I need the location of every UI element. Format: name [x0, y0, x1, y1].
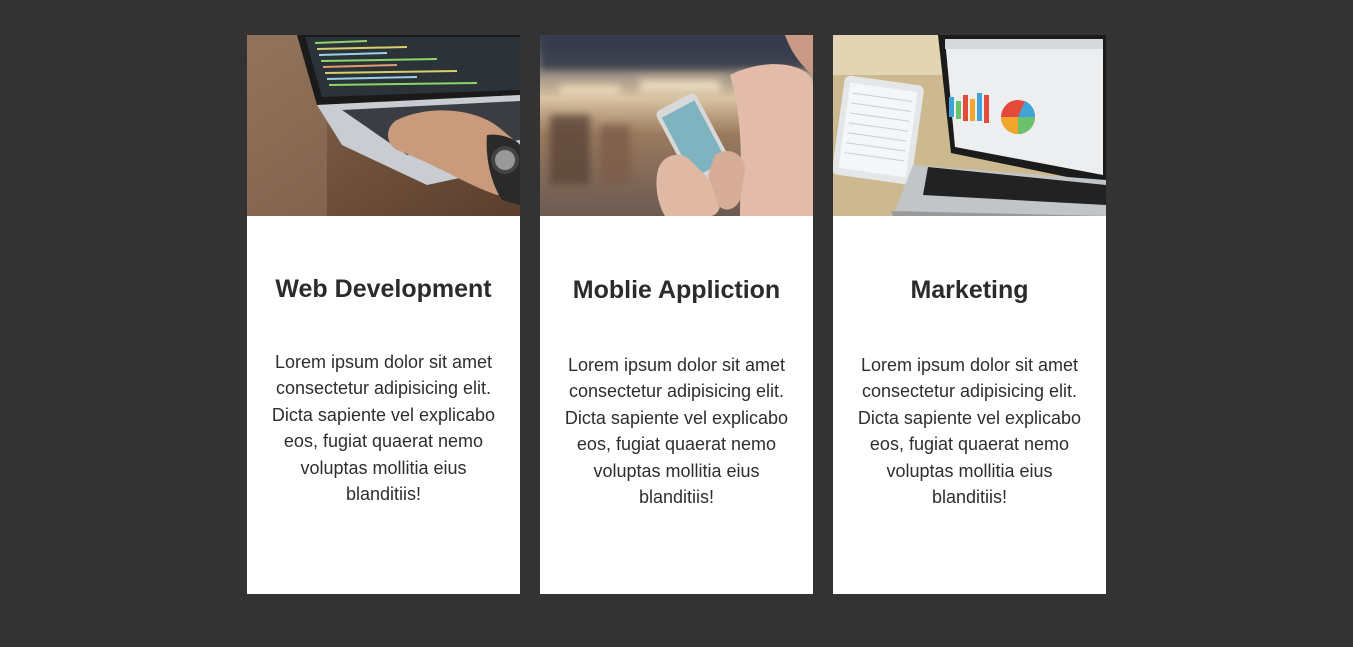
card-body: Web Development Lorem ipsum dolor sit am…	[247, 216, 520, 507]
card-title: Moblie Appliction	[572, 276, 781, 304]
card-body: Marketing Lorem ipsum dolor sit amet con…	[833, 216, 1106, 510]
laptop-charts-photo	[833, 35, 1106, 216]
card-marketing: Marketing Lorem ipsum dolor sit amet con…	[833, 35, 1106, 594]
laptop-coding-photo	[247, 35, 520, 216]
smartphone-hands-photo	[540, 35, 813, 216]
card-text: Lorem ipsum dolor sit amet consectetur a…	[271, 352, 496, 505]
card-web-development: Web Development Lorem ipsum dolor sit am…	[247, 35, 520, 594]
card-title: Web Development	[275, 275, 492, 303]
service-cards: Web Development Lorem ipsum dolor sit am…	[247, 35, 1106, 594]
card-text: Lorem ipsum dolor sit amet consectetur a…	[857, 355, 1082, 508]
card-mobile-application: Moblie Appliction Lorem ipsum dolor sit …	[540, 35, 813, 594]
card-body: Moblie Appliction Lorem ipsum dolor sit …	[540, 216, 813, 510]
card-text: Lorem ipsum dolor sit amet consectetur a…	[564, 355, 789, 508]
card-title: Marketing	[910, 276, 1029, 304]
